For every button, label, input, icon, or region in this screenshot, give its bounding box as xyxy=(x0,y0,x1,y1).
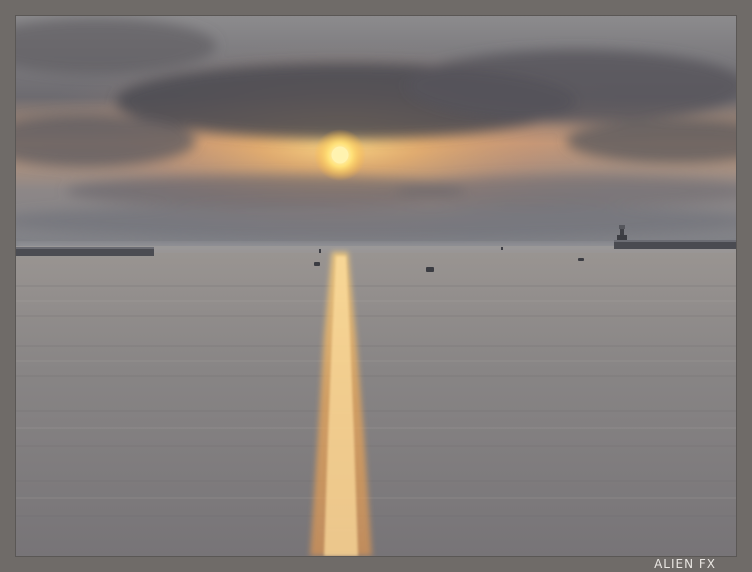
seascape-illustration xyxy=(16,16,736,556)
sea xyxy=(16,246,736,556)
photo-frame: ALIEN FX xyxy=(0,0,752,572)
photographer-signature: ALIEN FX xyxy=(654,557,716,571)
sun-core xyxy=(331,146,349,164)
sunset-sea-photo xyxy=(16,16,736,556)
